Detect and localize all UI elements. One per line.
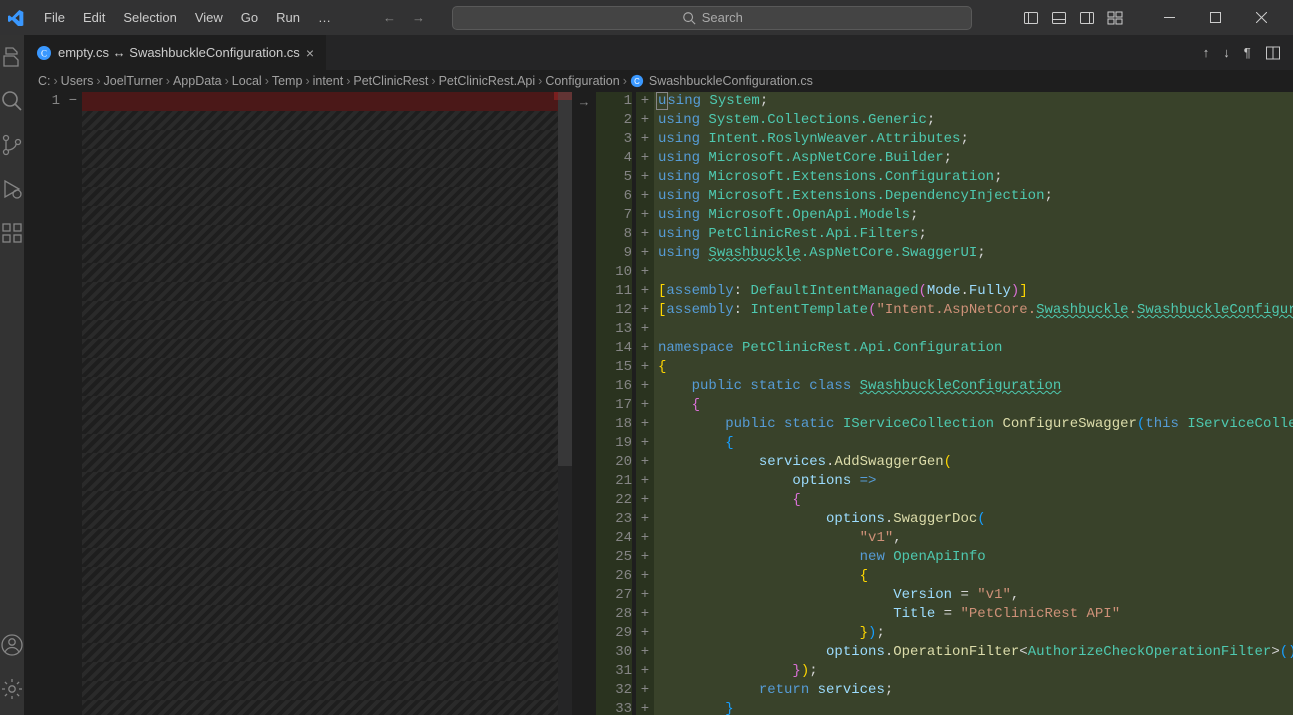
nav-back-icon[interactable]: ←: [383, 10, 396, 25]
menu-edit[interactable]: Edit: [75, 6, 113, 29]
editor-area: C empty.cs ↔ SwashbuckleConfiguration.cs…: [24, 35, 1293, 715]
breadcrumb[interactable]: C:› Users› JoelTurner› AppData› Local› T…: [24, 70, 1293, 92]
left-decor: −: [64, 92, 82, 715]
csharp-file-icon: C: [630, 74, 644, 88]
bc-seg[interactable]: Temp: [272, 74, 303, 88]
menu-selection[interactable]: Selection: [115, 6, 184, 29]
run-debug-icon[interactable]: [0, 177, 24, 201]
explorer-icon[interactable]: [0, 45, 24, 69]
settings-gear-icon[interactable]: [0, 677, 24, 701]
next-change-icon[interactable]: ↓: [1223, 45, 1230, 60]
diff-gutter-arrow[interactable]: →: [572, 92, 596, 715]
bc-file[interactable]: SwashbuckleConfiguration.cs: [649, 74, 813, 88]
right-decor: +++++++++++++++++++++++++++++++++: [636, 92, 654, 715]
tab-bar: C empty.cs ↔ SwashbuckleConfiguration.cs…: [24, 35, 1293, 70]
source-control-icon[interactable]: [0, 133, 24, 157]
tab-label: empty.cs ↔ SwashbuckleConfiguration.cs: [58, 45, 300, 60]
prev-change-icon[interactable]: ↑: [1203, 45, 1210, 60]
vscode-logo-icon: [8, 10, 24, 26]
svg-text:C: C: [41, 48, 47, 58]
csharp-file-icon: C: [36, 45, 52, 61]
menu-view[interactable]: View: [187, 6, 231, 29]
close-tab-icon[interactable]: ×: [306, 45, 314, 61]
command-center[interactable]: Search: [452, 6, 972, 30]
whitespace-icon[interactable]: ¶: [1244, 45, 1251, 60]
extensions-icon[interactable]: [0, 221, 24, 245]
bc-seg[interactable]: Users: [61, 74, 94, 88]
bc-seg[interactable]: JoelTurner: [104, 74, 163, 88]
menu-go[interactable]: Go: [233, 6, 266, 29]
accounts-icon[interactable]: [0, 633, 24, 657]
right-gutter: 1234567891011121314151617181920212223242…: [596, 92, 636, 715]
menu-more[interactable]: …: [310, 6, 339, 29]
bc-seg[interactable]: PetClinicRest.Api: [439, 74, 536, 88]
window-close-icon[interactable]: [1239, 0, 1285, 35]
editor-actions: ↑ ↓ ¶ ⋯: [1189, 35, 1293, 70]
customize-layout-icon[interactable]: [1107, 10, 1123, 26]
layout-controls: [1023, 0, 1285, 35]
titlebar: File Edit Selection View Go Run … ← → Se…: [0, 0, 1293, 35]
right-code: using System;using System.Collections.Ge…: [654, 92, 1293, 715]
diff-editor: 1 − → 1234567891011121314151617181920212…: [24, 92, 1293, 715]
layout-sidebar-right-icon[interactable]: [1079, 10, 1095, 26]
bc-seg[interactable]: PetClinicRest: [353, 74, 428, 88]
search-icon: [682, 11, 696, 25]
search-activity-icon[interactable]: [0, 89, 24, 113]
diff-right-pane[interactable]: 1234567891011121314151617181920212223242…: [596, 92, 1293, 715]
diff-left-pane[interactable]: 1 −: [24, 92, 572, 715]
activity-bar: [0, 35, 24, 715]
bc-seg[interactable]: intent: [313, 74, 344, 88]
bc-seg[interactable]: AppData: [173, 74, 222, 88]
search-placeholder: Search: [702, 10, 743, 25]
menu-run[interactable]: Run: [268, 6, 308, 29]
menu-bar: File Edit Selection View Go Run …: [36, 6, 339, 29]
left-code: [82, 92, 572, 715]
menu-file[interactable]: File: [36, 6, 73, 29]
left-gutter: 1: [24, 92, 64, 715]
nav-forward-icon[interactable]: →: [412, 10, 425, 25]
bc-seg[interactable]: C:: [38, 74, 51, 88]
split-editor-icon[interactable]: [1265, 45, 1281, 61]
svg-text:C: C: [634, 77, 640, 86]
window-minimize-icon[interactable]: [1147, 0, 1193, 35]
left-overview[interactable]: [558, 92, 572, 715]
window-maximize-icon[interactable]: [1193, 0, 1239, 35]
layout-panel-icon[interactable]: [1051, 10, 1067, 26]
bc-seg[interactable]: Configuration: [545, 74, 619, 88]
nav-arrows: ← →: [383, 10, 425, 25]
layout-sidebar-left-icon[interactable]: [1023, 10, 1039, 26]
bc-seg[interactable]: Local: [232, 74, 262, 88]
tab-diff[interactable]: C empty.cs ↔ SwashbuckleConfiguration.cs…: [24, 35, 327, 70]
